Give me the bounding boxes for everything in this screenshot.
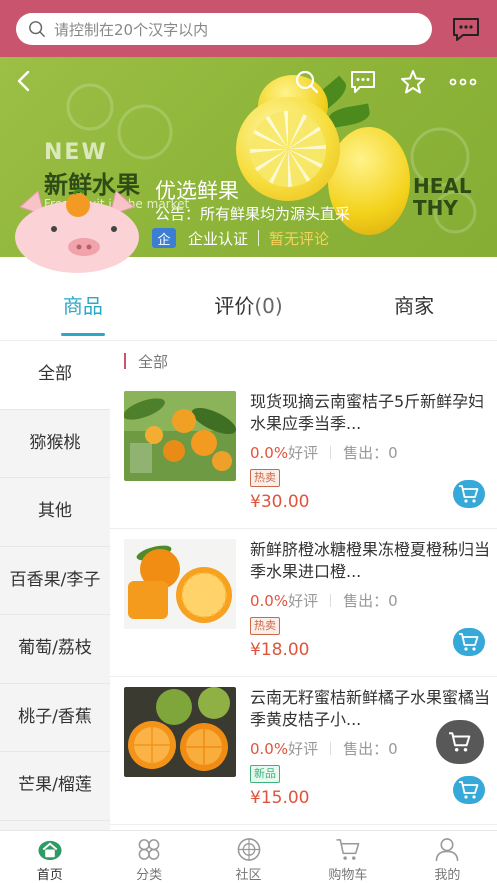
tab-reviews[interactable]: 评价(0) xyxy=(166,290,332,340)
divider xyxy=(330,742,332,755)
app-screen: 请控制在20个汉字以内 NEW 新鲜水果 Fresh fruit in the … xyxy=(0,0,497,883)
category-sidebar: 全部 猕猴桃 其他 百香果/李子 葡萄/荔枝 桃子/香蕉 芒果/榴莲 xyxy=(0,341,110,830)
search-placeholder: 请控制在20个汉字以内 xyxy=(54,20,209,39)
message-icon[interactable] xyxy=(451,16,481,42)
nav-cart[interactable]: 购物车 xyxy=(298,831,397,883)
new-badge: 新品 xyxy=(250,765,280,783)
nav-home[interactable]: 首页 xyxy=(0,831,99,883)
cart-icon xyxy=(459,485,479,503)
product-meta: 0.0% 好评 售出： 0 xyxy=(250,739,398,759)
category-item[interactable]: 芒果/榴莲 xyxy=(0,752,110,821)
product-title[interactable]: 现货现摘云南蜜桔子5斤新鲜孕妇水果应季当季... xyxy=(250,391,490,435)
shop-logo-icon xyxy=(15,188,139,273)
add-to-cart-button[interactable] xyxy=(453,776,485,804)
product-list: 全部 现货现摘云南蜜桔子5斤新鲜孕妇水果应季当季... 0.0% 好评 售出： … xyxy=(110,341,497,830)
product-price: ¥15.00 xyxy=(250,788,310,808)
review-status[interactable]: 暂无评论 xyxy=(269,228,329,249)
category-item[interactable]: 其他 xyxy=(0,478,110,547)
nav-profile[interactable]: 我的 xyxy=(398,831,497,883)
nav-category[interactable]: 分类 xyxy=(99,831,198,883)
product-title[interactable]: 新鲜脐橙冰糖橙果冻橙夏橙秭归当季水果进口橙... xyxy=(250,539,490,583)
category-item[interactable]: 葡萄/荔枝 xyxy=(0,615,110,684)
chat-icon[interactable] xyxy=(349,69,377,95)
product-meta: 0.0% 好评 售出： 0 xyxy=(250,591,398,611)
product-price: ¥18.00 xyxy=(250,640,310,660)
search-input[interactable]: 请控制在20个汉字以内 xyxy=(16,13,432,45)
category-icon xyxy=(138,839,160,860)
lemon-slice-graphic xyxy=(236,97,340,201)
banner-healthy-text: HEAL THY xyxy=(413,174,472,220)
enterprise-badge: 企 xyxy=(152,228,176,248)
back-icon[interactable] xyxy=(12,69,36,93)
home-icon xyxy=(38,840,62,861)
tab-goods[interactable]: 商品 xyxy=(0,290,166,340)
floating-cart-button[interactable] xyxy=(436,720,484,764)
shop-notice: 公告：所有鲜果均为源头直采 xyxy=(155,205,351,223)
hot-badge: 热卖 xyxy=(250,617,280,635)
nav-community[interactable]: 社区 xyxy=(199,831,298,883)
divider xyxy=(330,446,332,459)
shop-tabs: 商品 评价(0) 商家 xyxy=(0,290,497,340)
add-to-cart-button[interactable] xyxy=(453,480,485,508)
user-icon xyxy=(435,838,459,862)
bottom-nav: 首页 分类 社区 购物车 我的 xyxy=(0,830,497,883)
section-marker xyxy=(124,353,126,369)
product-meta: 0.0% 好评 售出： 0 xyxy=(250,443,398,463)
tab-merchant[interactable]: 商家 xyxy=(331,290,497,340)
cart-icon xyxy=(459,633,479,651)
more-icon[interactable] xyxy=(448,69,478,95)
list-header: 全部 xyxy=(110,341,497,381)
product-item[interactable]: 新鲜脐橙冰糖橙果冻橙夏橙秭归当季水果进口橙... 0.0% 好评 售出： 0 热卖 … xyxy=(110,529,497,677)
divider xyxy=(258,230,260,246)
star-icon[interactable] xyxy=(400,69,426,95)
product-image[interactable] xyxy=(124,539,236,629)
banner-new-text: NEW xyxy=(44,140,108,165)
product-item[interactable]: 现货现摘云南蜜桔子5斤新鲜孕妇水果应季当季... 0.0% 好评 售出： 0 热卖 … xyxy=(110,381,497,529)
cart-icon xyxy=(336,839,360,860)
hot-badge: 热卖 xyxy=(250,469,280,487)
cart-icon xyxy=(459,781,479,799)
community-icon xyxy=(237,838,260,861)
category-item[interactable]: 猕猴桃 xyxy=(0,410,110,478)
certification-row: 企 企业认证 暂无评论 xyxy=(152,227,329,249)
shop-name: 优选鲜果 xyxy=(155,179,239,203)
category-item[interactable]: 桃子/香蕉 xyxy=(0,684,110,752)
product-price: ¥30.00 xyxy=(250,492,310,512)
search-icon xyxy=(29,21,45,37)
category-item[interactable]: 百香果/李子 xyxy=(0,547,110,615)
search-icon[interactable] xyxy=(294,69,320,95)
product-image[interactable] xyxy=(124,687,236,777)
category-item[interactable]: 全部 xyxy=(0,341,110,410)
top-bar: 请控制在20个汉字以内 xyxy=(0,0,497,57)
product-image[interactable] xyxy=(124,391,236,481)
divider xyxy=(330,594,332,607)
cert-label: 企业认证 xyxy=(188,229,249,248)
add-to-cart-button[interactable] xyxy=(453,628,485,656)
cart-icon xyxy=(449,732,471,752)
